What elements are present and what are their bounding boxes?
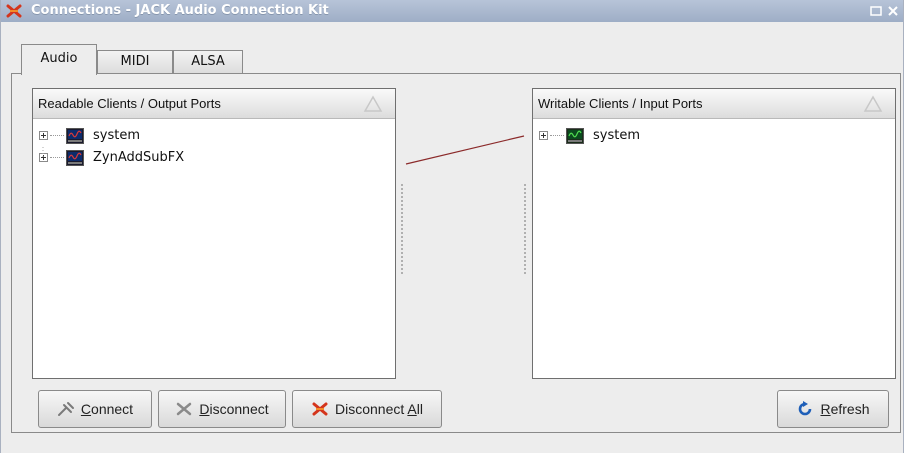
disconnect-all-icon [312,402,328,416]
disconnect-label: Disconnect [199,401,269,417]
tree-branch-line [50,157,64,158]
tree-guide-line [42,147,44,157]
refresh-label: Refresh [820,401,870,417]
tab-midi[interactable]: MIDI [97,50,173,74]
tree-item-system[interactable]: system [533,125,895,147]
tab-audio[interactable]: Audio [21,44,97,75]
client-label: system [93,128,140,143]
tab-audio-label: Audio [40,51,78,66]
connection-line [405,135,525,165]
window-title: Connections - JACK Audio Connection Kit [31,3,329,18]
jack-app-icon [6,4,22,18]
tree-branch-line [550,135,564,136]
right-splitter-handle[interactable] [524,184,527,274]
expand-icon[interactable] [39,131,48,140]
close-icon[interactable] [886,4,900,18]
client-icon [566,128,584,144]
tab-midi-label: MIDI [120,54,150,69]
readable-clients-tree[interactable]: Readable Clients / Output Ports system Z… [32,88,396,379]
tab-alsa[interactable]: ALSA [173,50,243,74]
tab-panel-audio: Readable Clients / Output Ports system Z… [11,73,901,433]
tree-item-zynaddsubfx[interactable]: ZynAddSubFX [33,147,395,169]
writable-clients-header[interactable]: Writable Clients / Input Ports [533,89,895,119]
disconnect-button[interactable]: Disconnect [158,390,286,428]
tree-item-system[interactable]: system [33,125,395,147]
sort-ascending-icon[interactable] [863,95,883,113]
connect-icon [57,402,74,416]
connect-button[interactable]: Connect [38,390,152,428]
connections-window: Connections - JACK Audio Connection Kit … [0,0,904,453]
disconnect-all-button[interactable]: Disconnect All [292,390,442,428]
client-icon [66,128,84,144]
client-icon [66,150,84,166]
maximize-icon[interactable] [869,4,883,18]
expand-icon[interactable] [539,131,548,140]
connect-label: Connect [80,401,134,417]
readable-header-label: Readable Clients / Output Ports [38,96,221,111]
writable-header-label: Writable Clients / Input Ports [538,96,703,111]
writable-clients-tree[interactable]: Writable Clients / Input Ports system [532,88,896,379]
tree-branch-line [50,135,64,136]
left-splitter-handle[interactable] [401,184,404,274]
disconnect-all-label: Disconnect All [335,401,423,417]
title-bar[interactable]: Connections - JACK Audio Connection Kit [1,0,903,22]
sort-ascending-icon[interactable] [363,95,383,113]
client-label: ZynAddSubFX [93,150,185,165]
client-label: system [593,128,640,143]
refresh-button[interactable]: Refresh [777,390,889,428]
connection-lines-area [405,135,525,165]
refresh-icon [799,401,812,416]
disconnect-icon [177,402,192,416]
tab-alsa-label: ALSA [191,54,225,69]
readable-clients-header[interactable]: Readable Clients / Output Ports [33,89,395,119]
